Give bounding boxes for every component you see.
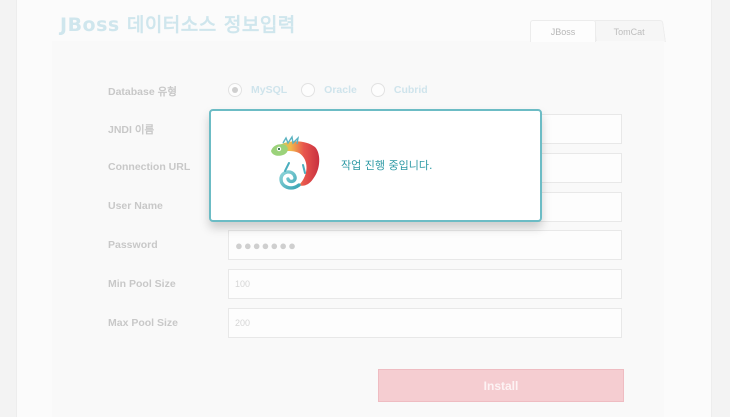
chameleon-logo-icon (271, 135, 320, 190)
user-name-label: User Name (108, 200, 163, 212)
connection-url-label: Connection URL (108, 161, 191, 173)
radio-cubrid-circle[interactable] (370, 83, 385, 97)
tab-jboss-label: JBoss (550, 26, 576, 37)
tab-jboss[interactable]: JBoss (530, 20, 596, 42)
min-pool-size-label: Min Pool Size (108, 278, 176, 290)
password-label: Password (108, 239, 158, 251)
min-pool-size-input[interactable]: 100 (228, 269, 622, 299)
radio-oracle[interactable]: Oracle (301, 83, 357, 97)
install-button[interactable]: Install (378, 369, 624, 402)
radio-mysql[interactable]: MySQL (228, 83, 287, 97)
progress-modal: 작업 진행 중입니다. (209, 109, 542, 222)
page-title: JBoss 데이터소스 정보입력 (60, 14, 296, 36)
radio-mysql-label[interactable]: MySQL (251, 84, 287, 96)
max-pool-size-label: Max Pool Size (108, 317, 179, 329)
db-type-label: Database 유형 (108, 86, 177, 98)
radio-oracle-label[interactable]: Oracle (324, 84, 357, 96)
jndi-label: JNDI 이름 (108, 124, 155, 136)
radio-cubrid-label[interactable]: Cubrid (394, 84, 428, 96)
radio-mysql-circle[interactable] (228, 83, 242, 97)
radio-cubrid[interactable]: Cubrid (370, 83, 428, 97)
password-input[interactable]: ●●●●●●● (228, 230, 622, 260)
radio-oracle-circle[interactable] (301, 83, 316, 97)
max-pool-size-input[interactable]: 200 (228, 308, 622, 338)
progress-message: 작업 진행 중입니다. (341, 159, 433, 172)
tab-tomcat[interactable]: TomCat (592, 20, 666, 42)
db-type-radio-group: MySQL Oracle Cubrid (228, 82, 442, 98)
tab-tomcat-label: TomCat (614, 26, 646, 37)
